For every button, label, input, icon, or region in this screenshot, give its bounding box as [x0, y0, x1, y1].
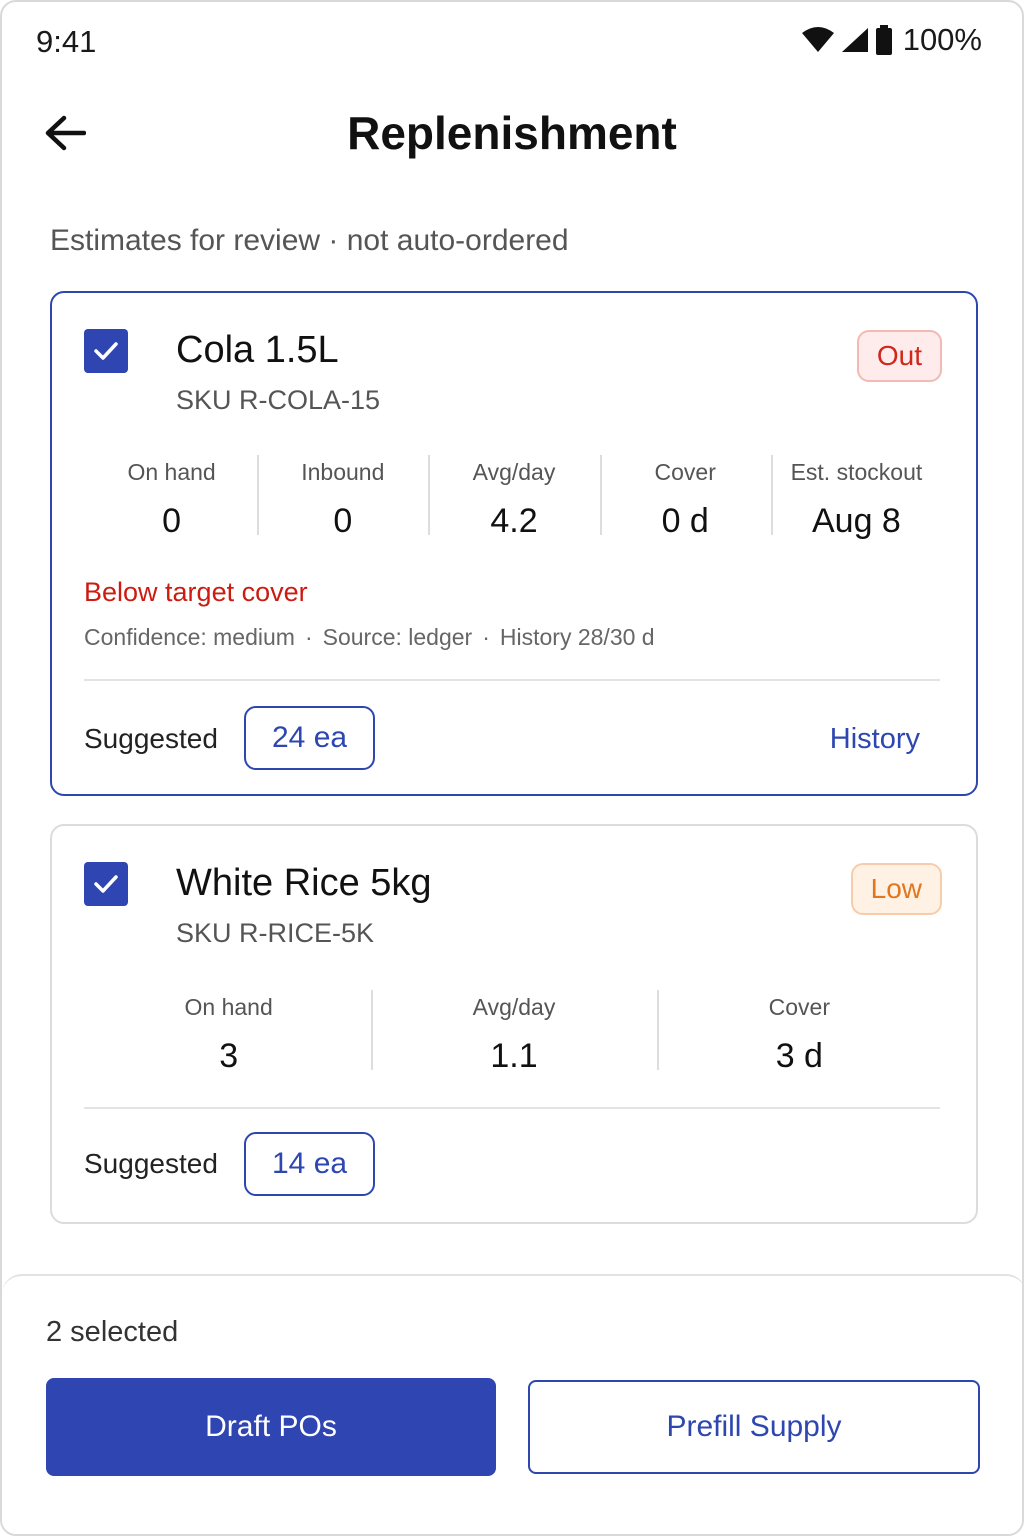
check-icon — [94, 875, 118, 893]
metric-value: 4.2 — [490, 502, 538, 540]
item-metrics: On hand 3 Avg/day 1.1 Cover 3 d — [86, 990, 942, 1076]
metric-label: Avg/day — [472, 994, 556, 1020]
suggested-qty-field[interactable]: 24 ea — [244, 706, 376, 770]
metric-label: On hand — [127, 459, 216, 485]
metric-label: On hand — [184, 994, 273, 1020]
source-text: Source: ledger — [322, 624, 473, 650]
item-name: White Rice 5kg — [176, 862, 432, 904]
metric-cover: Cover 3 d — [656, 990, 942, 1076]
confidence-text: Confidence: medium — [84, 624, 295, 650]
prefill-supply-button[interactable]: Prefill Supply — [528, 1380, 980, 1474]
metric-avg-day: Avg/day 4.2 — [428, 455, 599, 541]
metric-on-hand: On hand 0 — [86, 455, 257, 541]
signal-icon — [841, 27, 869, 53]
metric-value: Aug 8 — [811, 502, 901, 540]
metric-value: 3 — [219, 1037, 239, 1075]
replenishment-screen: 9:41 100% Replenishment Estimates for re… — [0, 0, 1024, 1536]
metric-inbound: Inbound 0 — [257, 455, 428, 541]
bottom-action-bar: 2 selected Draft POs Prefill Supply — [2, 1274, 1022, 1534]
item-card-rice[interactable]: White Rice 5kg SKU R-RICE-5K Low On hand… — [50, 824, 978, 1224]
status-badge: Out — [856, 330, 942, 382]
suggested-qty-field[interactable]: 14 ea — [244, 1132, 376, 1196]
draft-pos-button[interactable]: Draft POs — [46, 1378, 496, 1476]
status-icons: 100% — [801, 22, 982, 58]
metric-value: 3 d — [775, 1037, 823, 1075]
metric-label: Inbound — [301, 459, 385, 485]
item-metrics: On hand 0 Inbound 0 Avg/day 4.2 Cover 0 … — [86, 455, 942, 541]
history-link[interactable]: History — [830, 723, 920, 756]
status-badge: Low — [850, 863, 942, 915]
metric-label: Est. stockout — [790, 459, 923, 485]
item-checkbox[interactable] — [84, 862, 128, 906]
wifi-icon — [801, 27, 835, 53]
metric-cover: Cover 0 d — [599, 455, 771, 541]
metric-value: 0 — [162, 502, 182, 540]
metric-est-stockout: Est. stockout Aug 8 — [770, 455, 942, 541]
warning-text: Below target cover — [84, 577, 308, 607]
page-title: Replenishment — [347, 107, 677, 159]
selected-count: 2 selected — [46, 1316, 179, 1348]
metric-label: Cover — [768, 994, 830, 1020]
status-time: 9:41 — [36, 24, 97, 59]
divider — [84, 1107, 940, 1109]
metric-on-hand: On hand 3 — [86, 990, 371, 1076]
item-name: Cola 1.5L — [176, 329, 339, 371]
item-card-cola[interactable]: Cola 1.5L SKU R-COLA-15 Out On hand 0 In… — [50, 291, 978, 796]
suggested-label: Suggested — [84, 723, 218, 754]
divider — [84, 679, 940, 681]
metric-value: 0 d — [661, 502, 709, 540]
metric-value: 0 — [333, 502, 353, 540]
metric-avg-day: Avg/day 1.1 — [371, 990, 656, 1076]
metric-label: Avg/day — [472, 459, 556, 485]
separator-dot: · — [482, 624, 490, 650]
item-checkbox[interactable] — [84, 329, 128, 373]
battery-percentage: 100% — [902, 22, 982, 57]
metric-value: 1.1 — [490, 1037, 538, 1075]
separator-dot: · — [304, 624, 313, 650]
check-icon — [94, 342, 118, 360]
suggested-label: Suggested — [84, 1148, 218, 1179]
metric-label: Cover — [654, 459, 716, 485]
item-sku: SKU R-RICE-5K — [176, 918, 375, 948]
estimate-meta: Confidence: medium · Source: ledger · Histor… — [84, 624, 655, 651]
status-bar: 9:41 100% — [2, 2, 1022, 82]
item-sku: SKU R-COLA-15 — [176, 385, 381, 415]
history-days-text: History 28/30 d — [499, 624, 655, 650]
review-note: Estimates for review · not auto-ordered — [50, 224, 569, 257]
battery-icon — [875, 25, 893, 55]
